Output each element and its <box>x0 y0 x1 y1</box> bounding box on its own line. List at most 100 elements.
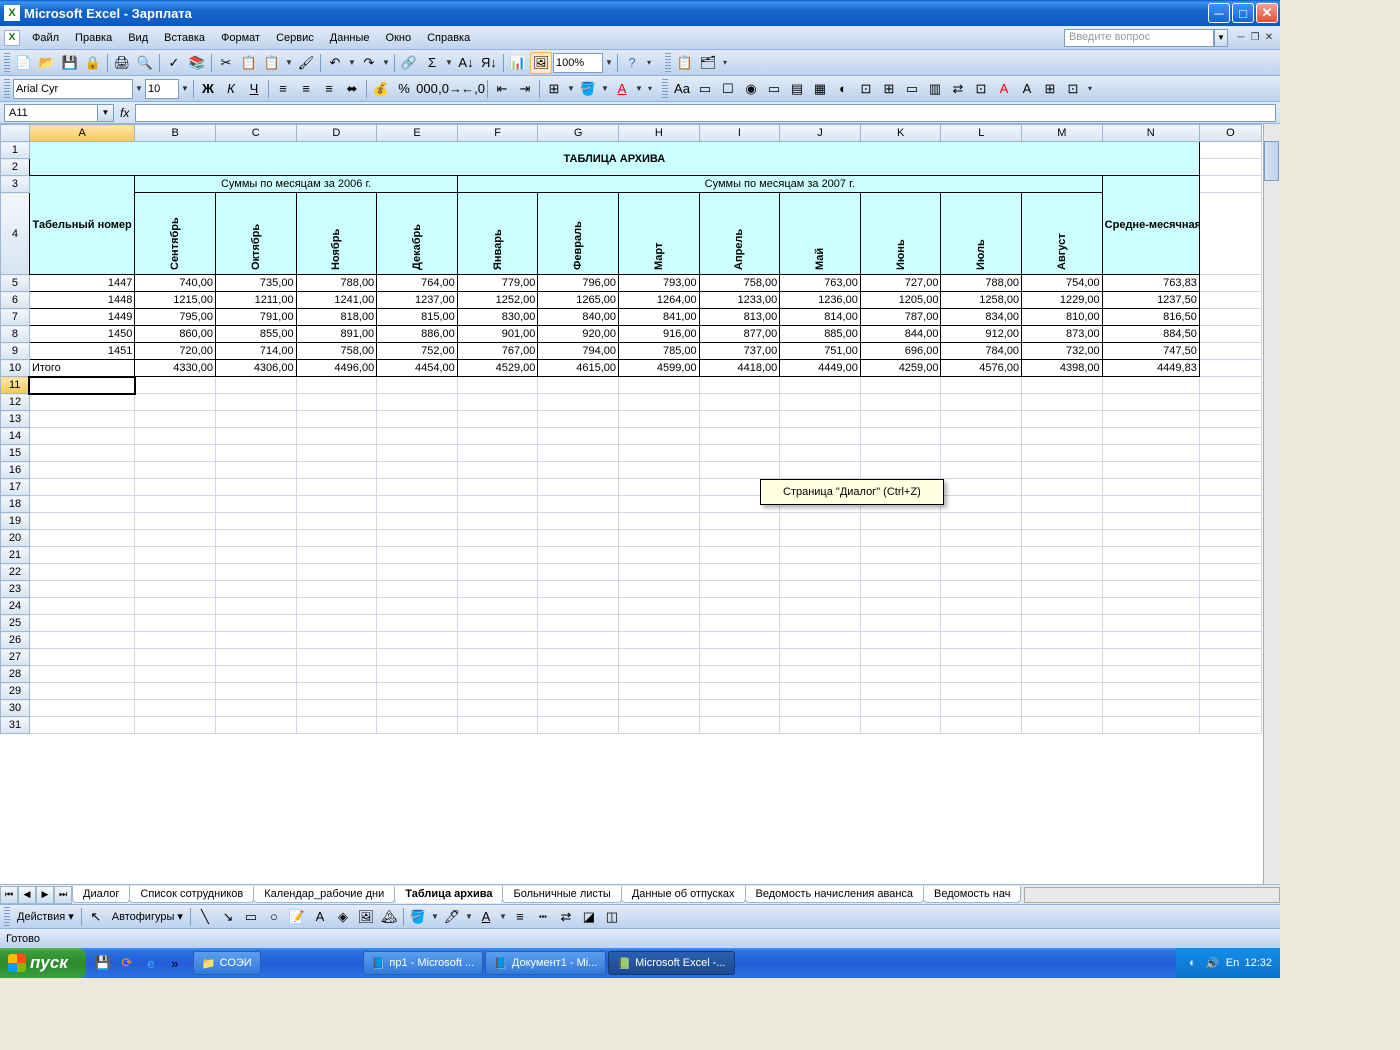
paste-dropdown[interactable]: ▼ <box>284 58 294 67</box>
col-header-J[interactable]: J <box>780 125 861 142</box>
textbox-button[interactable]: 📝 <box>286 906 308 928</box>
toolbar-options-2[interactable]: ▾ <box>720 58 730 67</box>
row-header-16[interactable]: 16 <box>1 462 30 479</box>
print-button[interactable]: 🖨 <box>111 52 133 74</box>
row-header-11[interactable]: 11 <box>1 377 30 394</box>
row-header-10[interactable]: 10 <box>1 360 30 377</box>
row-header-25[interactable]: 25 <box>1 615 30 632</box>
row-header-31[interactable]: 31 <box>1 717 30 734</box>
ql-save-icon[interactable]: 💾 <box>92 952 114 974</box>
menu-edit[interactable]: Правка <box>67 30 120 46</box>
menu-data[interactable]: Данные <box>322 30 378 46</box>
draw-autoshapes[interactable]: Автофигуры ▾ <box>108 910 187 923</box>
bold-button[interactable]: Ж <box>197 78 219 100</box>
oval-button[interactable]: ○ <box>263 906 285 928</box>
fill-color-button[interactable]: 🪣 <box>577 78 599 100</box>
row-header-4[interactable]: 4 <box>1 193 30 275</box>
toolbar-grip-4[interactable] <box>662 79 668 99</box>
line-color-dropdown[interactable]: ▼ <box>464 912 474 921</box>
font-size-combo[interactable]: 10 <box>145 79 179 99</box>
toolbar-grip[interactable] <box>4 53 10 73</box>
doc-close-button[interactable]: ✕ <box>1262 31 1276 45</box>
fill-color-draw-dropdown[interactable]: ▼ <box>430 912 440 921</box>
tab-nav-last[interactable]: ⏭ <box>54 886 72 904</box>
menu-window[interactable]: Окно <box>378 30 420 46</box>
forms-button-5[interactable]: ▭ <box>763 78 785 100</box>
forms-button-2[interactable]: ▭ <box>694 78 716 100</box>
undo-dropdown[interactable]: ▼ <box>347 58 357 67</box>
print-preview-button[interactable]: 🔍 <box>134 52 156 74</box>
row-header-17[interactable]: 17 <box>1 479 30 496</box>
font-color-draw-dropdown[interactable]: ▼ <box>498 912 508 921</box>
comma-button[interactable]: 000 <box>416 78 438 100</box>
col-header-B[interactable]: B <box>135 125 216 142</box>
start-button[interactable]: пуск <box>0 948 86 978</box>
increase-decimal-button[interactable]: ,0→ <box>439 78 461 100</box>
tray-clock[interactable]: 12:32 <box>1244 957 1272 969</box>
task-word-1[interactable]: 📘 пр1 - Microsoft ... <box>363 951 484 975</box>
maximize-button[interactable]: □ <box>1232 3 1254 23</box>
row-header-23[interactable]: 23 <box>1 581 30 598</box>
row-header-3[interactable]: 3 <box>1 176 30 193</box>
draw-actions[interactable]: Действия ▾ <box>13 910 78 923</box>
forms-button-9[interactable]: ⊡ <box>855 78 877 100</box>
spelling-button[interactable]: ✓ <box>163 52 185 74</box>
col-header-N[interactable]: N <box>1102 125 1199 142</box>
decrease-indent-button[interactable]: ⇤ <box>491 78 513 100</box>
col-header-F[interactable]: F <box>457 125 538 142</box>
forms-button-13[interactable]: ⇄ <box>947 78 969 100</box>
percent-button[interactable]: % <box>393 78 415 100</box>
arrow-style-button[interactable]: ⇄ <box>555 906 577 928</box>
font-size-dropdown[interactable]: ▼ <box>180 84 190 93</box>
col-header-G[interactable]: G <box>538 125 619 142</box>
sort-asc-button[interactable]: A↓ <box>455 52 477 74</box>
row-header-7[interactable]: 7 <box>1 309 30 326</box>
row-header-30[interactable]: 30 <box>1 700 30 717</box>
zoom-dropdown[interactable]: ▼ <box>604 58 614 67</box>
font-color-button[interactable]: A <box>611 78 633 100</box>
vertical-scrollbar[interactable] <box>1263 124 1280 884</box>
shadow-button[interactable]: ◪ <box>578 906 600 928</box>
col-header-A[interactable]: A <box>29 125 134 142</box>
dash-style-button[interactable]: ┅ <box>532 906 554 928</box>
autosum-button[interactable]: Σ <box>421 52 443 74</box>
rectangle-button[interactable]: ▭ <box>240 906 262 928</box>
sheet-tab-2[interactable]: Календар_рабочие дни <box>253 886 395 903</box>
picture-button[interactable]: 🏔 <box>378 906 400 928</box>
select-all-corner[interactable] <box>1 125 30 142</box>
forms-button-8[interactable]: ◐ <box>832 78 854 100</box>
forms-button-7[interactable]: ▦ <box>809 78 831 100</box>
fx-button[interactable]: fx <box>120 106 129 120</box>
forms-button-10[interactable]: ⊞ <box>878 78 900 100</box>
tab-nav-first[interactable]: ⏮ <box>0 886 18 904</box>
forms-button-18[interactable]: ⊡ <box>1062 78 1084 100</box>
underline-button[interactable]: Ч <box>243 78 265 100</box>
help-question-dropdown[interactable]: ▼ <box>1214 29 1228 47</box>
clipart-button[interactable]: 🖼 <box>355 906 377 928</box>
col-header-I[interactable]: I <box>699 125 780 142</box>
drawing-toggle-button[interactable]: 🖼 <box>530 52 552 74</box>
row-header-18[interactable]: 18 <box>1 496 30 513</box>
row-header-21[interactable]: 21 <box>1 547 30 564</box>
sheet-tab-6[interactable]: Ведомость начисления аванса <box>745 886 925 903</box>
system-tray[interactable]: ◐ 🔊 En 12:32 <box>1176 948 1280 978</box>
custom-button-2[interactable]: 🗂 <box>697 52 719 74</box>
row-header-26[interactable]: 26 <box>1 632 30 649</box>
help-question-input[interactable]: Введите вопрос <box>1064 29 1214 47</box>
ql-ie-icon[interactable]: e <box>140 952 162 974</box>
task-excel[interactable]: 📗 Microsoft Excel -... <box>608 951 734 975</box>
font-dropdown[interactable]: ▼ <box>134 84 144 93</box>
forms-button-17[interactable]: ⊞ <box>1039 78 1061 100</box>
col-header-D[interactable]: D <box>296 125 377 142</box>
borders-dropdown[interactable]: ▼ <box>566 84 576 93</box>
row-header-12[interactable]: 12 <box>1 394 30 411</box>
doc-minimize-button[interactable]: ─ <box>1234 31 1248 45</box>
spreadsheet[interactable]: A B C D E F G H I J K L M N O 1 ТАБЛИЦА … <box>0 124 1280 884</box>
hyperlink-button[interactable]: 🔗 <box>398 52 420 74</box>
permission-button[interactable]: 🔒 <box>82 52 104 74</box>
row-header-6[interactable]: 6 <box>1 292 30 309</box>
toolbar-options-3[interactable]: ▾ <box>645 84 655 93</box>
align-center-button[interactable]: ≡ <box>295 78 317 100</box>
row-header-19[interactable]: 19 <box>1 513 30 530</box>
chart-wizard-button[interactable]: 📊 <box>507 52 529 74</box>
